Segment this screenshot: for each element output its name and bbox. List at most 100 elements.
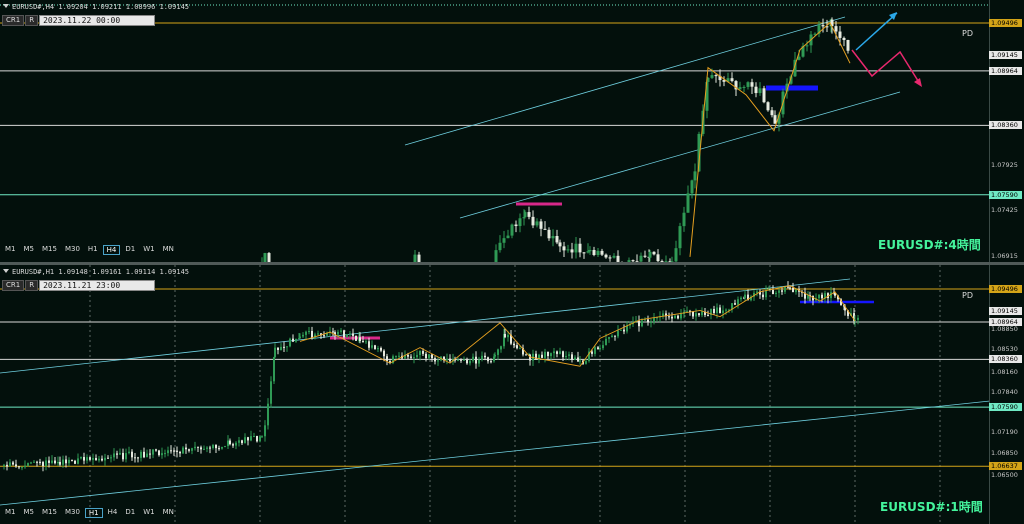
r-button[interactable]: R xyxy=(25,15,39,26)
h1-candle xyxy=(677,315,679,319)
h1-candle xyxy=(368,341,370,348)
down-arrow-icon xyxy=(914,78,922,87)
h1-candle xyxy=(784,286,786,292)
h4-candle xyxy=(652,251,656,255)
h1-price-axis[interactable]: 1.09496 1.09145 1.08964 1.08850 1.08530 1.083… xyxy=(989,265,1024,524)
h4-candle xyxy=(578,243,582,253)
h1-candle xyxy=(188,449,190,451)
h1-candle xyxy=(179,451,181,454)
timeframe-h4[interactable]: H4 xyxy=(105,508,121,518)
h4-candle xyxy=(574,243,578,253)
h4-chart-pane[interactable]: EURUSD#,H4 1.09204 1.09211 1.08996 1.091… xyxy=(0,0,1024,262)
h1-candle xyxy=(286,346,288,348)
timeframe-m30[interactable]: M30 xyxy=(62,245,83,255)
h1-candle xyxy=(579,360,581,362)
h1-candle xyxy=(574,357,576,360)
h1-candle xyxy=(716,307,718,313)
timeframe-d1[interactable]: D1 xyxy=(122,508,138,518)
h1-candle xyxy=(504,333,506,338)
price-label: 1.07590 xyxy=(989,190,1022,199)
h1-candle xyxy=(550,353,552,357)
h1-candle xyxy=(765,290,767,298)
cr1-button[interactable]: CR1 xyxy=(2,280,25,291)
h1-candle xyxy=(398,355,400,357)
timeframe-m5[interactable]: M5 xyxy=(21,245,38,255)
h4-candle xyxy=(582,252,586,254)
timeframe-m1[interactable]: M1 xyxy=(2,508,19,518)
r-button[interactable]: R xyxy=(25,280,39,291)
h1-candle xyxy=(182,447,184,454)
h1-candle xyxy=(556,351,558,354)
h1-candle xyxy=(553,351,555,354)
h1-candle xyxy=(386,356,388,362)
h1-candle xyxy=(6,464,8,467)
h4-chart-plot[interactable] xyxy=(0,0,990,262)
h1-candle xyxy=(428,354,430,359)
h1-candle xyxy=(449,358,451,362)
h1-channel-lower xyxy=(0,400,990,506)
timeframe-h1[interactable]: H1 xyxy=(85,245,101,255)
timeframe-m5[interactable]: M5 xyxy=(21,508,38,518)
h4-timeframe-bar: M1 M5 M15 M30 H1 H4 D1 W1 MN xyxy=(2,245,177,255)
h4-price-axis[interactable]: 1.09496 1.09145 1.08964 1.08360 1.07925 1.075… xyxy=(989,0,1024,262)
h1-candle xyxy=(857,317,859,320)
h1-candle xyxy=(787,286,789,288)
h1-candle xyxy=(71,459,73,461)
timeframe-m30[interactable]: M30 xyxy=(62,508,83,518)
h4-candle xyxy=(656,254,660,262)
h1-candle xyxy=(437,360,439,362)
h1-datetime-field[interactable]: 2023.11.21 23:00 xyxy=(39,280,156,291)
timeframe-w1[interactable]: W1 xyxy=(140,508,157,518)
dropdown-triangle-icon[interactable] xyxy=(3,4,9,8)
h1-candle xyxy=(317,333,319,335)
h1-candle xyxy=(161,453,163,456)
h1-candle xyxy=(30,462,32,464)
h1-candle xyxy=(197,446,199,448)
timeframe-m1[interactable]: M1 xyxy=(2,245,19,255)
h1-candle xyxy=(18,466,20,468)
h4-datetime-field[interactable]: 2023.11.22 00:00 xyxy=(39,15,156,26)
h1-candle xyxy=(623,329,625,332)
h1-candle xyxy=(134,457,136,459)
timeframe-w1[interactable]: W1 xyxy=(140,245,157,255)
h1-header-text: EURUSD#,H1 1.09148 1.09161 1.09114 1.091… xyxy=(12,268,190,276)
h1-candle xyxy=(431,354,433,359)
price-label: 1.09145 xyxy=(989,50,1022,59)
timeframe-h4[interactable]: H4 xyxy=(102,245,121,255)
timeframe-mn[interactable]: MN xyxy=(160,508,177,518)
price-label: 1.07190 xyxy=(991,427,1018,436)
h4-candle xyxy=(648,251,652,258)
h1-candle xyxy=(203,448,205,450)
h1-candle xyxy=(594,347,596,354)
h1-candle xyxy=(137,457,139,459)
h1-candle xyxy=(419,351,421,356)
timeframe-m15[interactable]: M15 xyxy=(39,245,60,255)
cr1-button[interactable]: CR1 xyxy=(2,15,25,26)
timeframe-mn[interactable]: MN xyxy=(160,245,177,255)
h4-candle xyxy=(551,236,555,239)
h1-candle xyxy=(21,467,23,469)
h4-down-arrow-line xyxy=(851,49,921,85)
dropdown-triangle-icon[interactable] xyxy=(3,269,9,273)
h1-candle xyxy=(253,436,255,438)
h1-candle xyxy=(821,294,823,299)
h4-candle xyxy=(527,212,531,217)
h1-candle xyxy=(343,330,345,338)
h1-candle xyxy=(308,330,310,332)
h1-chart-plot[interactable] xyxy=(0,265,990,524)
h1-candle xyxy=(267,403,269,426)
timeframe-m15[interactable]: M15 xyxy=(39,508,60,518)
price-label: 1.08360 xyxy=(989,121,1022,130)
h1-chart-pane[interactable]: EURUSD#,H1 1.09148 1.09161 1.09114 1.091… xyxy=(0,265,1024,524)
h1-candle xyxy=(12,462,14,465)
h1-candle xyxy=(39,461,41,463)
h1-candle xyxy=(638,320,640,327)
h1-candle xyxy=(744,294,746,299)
h1-candle xyxy=(463,359,465,361)
h4-candle xyxy=(846,40,850,51)
h1-candle xyxy=(457,359,459,361)
timeframe-d1[interactable]: D1 xyxy=(122,245,138,255)
h1-candle xyxy=(302,334,304,337)
timeframe-h1[interactable]: H1 xyxy=(84,508,103,518)
h1-candle xyxy=(614,335,616,337)
